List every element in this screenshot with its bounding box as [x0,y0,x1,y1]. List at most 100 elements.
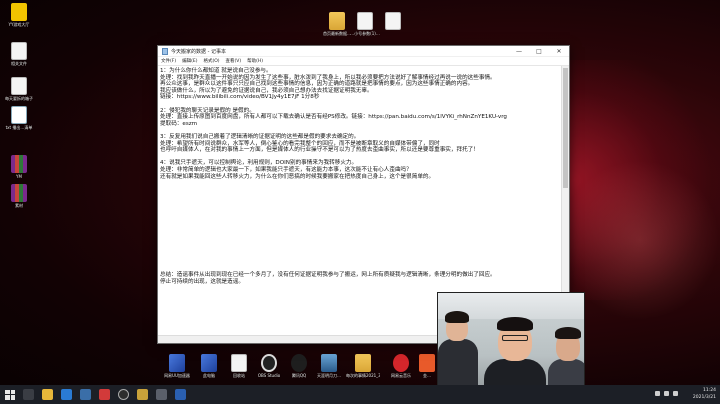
menu-edit[interactable]: 编辑(E) [182,58,197,64]
maximize-icon[interactable]: □ [529,46,549,57]
desktop-icon-game[interactable]: 天涯明月刀… [314,354,344,378]
desktop-icon-ym[interactable]: YM [4,155,34,179]
scrollbar-thumb[interactable] [563,68,568,188]
desktop-icon-label: 腾讯QQ [291,373,307,378]
network-icon[interactable] [655,391,660,396]
text-line [160,200,559,207]
volume-icon[interactable] [664,391,669,396]
app-taskbar-icon-2[interactable] [156,389,167,400]
notepad-icon [162,47,168,55]
text-line [160,220,559,227]
desktop-icon-label: YM [16,174,22,179]
desktop-icon-yy-game[interactable]: YY游戏大厅 [4,3,34,27]
minimize-icon[interactable]: — [509,46,529,57]
desktop-icon-related-files[interactable]: 相关文件 [4,42,34,66]
taskbar: 11:24 2021/3/21 [0,385,720,404]
text-line [160,239,559,246]
desktop-icon-label: txt 播出…清单 [5,125,33,130]
winrar-icon [11,184,27,202]
desktop-icon-netease-music[interactable]: 网易云音乐 [386,354,416,378]
text-line: 也呼吁自媒体人，在对我的事情上一方面，但是媒体人的行业操守不是可以为了热度去歪曲… [160,147,479,154]
folder-taskbar-icon[interactable] [137,389,148,400]
desktop-icon-label: 金… [423,373,431,378]
app-taskbar-icon-3[interactable] [175,389,186,400]
document-icon [355,354,371,372]
notepad-file-icon [11,106,27,124]
desktop-icon-label: 相关文件 [11,61,27,66]
desktop-icon-label: 天涯明月刀… [317,373,341,378]
menu-view[interactable]: 查看(V) [226,58,242,64]
desktop-icon-label: 素材 [15,203,23,208]
steam-icon[interactable] [80,389,91,400]
desktop-icon-obs[interactable]: OBS Studio [254,354,284,378]
desktop-icon-label: 回收站 [233,373,245,378]
desktop-icon-partial[interactable]: 金… [416,354,438,378]
text-line [160,206,559,213]
desktop-icon-txt-list[interactable]: txt 播出…清单 [4,106,34,130]
netease-music-icon [393,354,409,372]
search-icon[interactable] [23,389,34,400]
app-icon [419,354,435,372]
text-line [160,226,559,233]
uu-accelerator-icon [169,354,185,372]
close-icon[interactable]: ✕ [549,46,569,57]
clock[interactable]: 11:24 2021/3/21 [693,387,716,401]
desktop-icon-label: 每次的事情2021_3_13… [346,373,380,378]
text-line [160,213,559,220]
desktop-icon-uu-accelerator[interactable]: 网易UU加速器 [162,354,192,378]
desktop-icon-document[interactable]: 每次的事情2021_3_13… [346,354,380,378]
ime-icon[interactable] [673,391,678,396]
game-icon [321,354,337,372]
desktop-icon-label: YY游戏大厅 [8,22,30,27]
qq-icon [291,354,307,372]
text-line: 还有就是如果我能回这些人转移火力，为什么在你们恶搞的时候我要搬家在把热度自己身上… [160,173,435,180]
text-line [160,187,559,194]
clock-date: 2021/3/21 [692,395,716,400]
file-icon [11,42,27,60]
text-line [160,259,559,266]
text-line: 处理：直接上传原图到百度网盘，所有人都可以下载去确认是否有经PS修改。链接：ht… [160,114,507,121]
window-titlebar[interactable]: 今天搬家的数据 - 记事本 — □ ✕ [158,46,569,57]
text-line [160,193,559,200]
windows-start-icon[interactable] [5,389,15,400]
system-tray [651,391,678,396]
folder-icon [329,12,345,30]
text-line [160,253,559,260]
menu-bar: 文件(F) 编辑(E) 格式(O) 查看(V) 帮助(H) [158,57,569,66]
yy-icon [11,3,27,21]
text-line [160,246,559,253]
text-line: 总结：造谣事件从出现到现在已经一个多月了，没有任何证据证明我参与了搬运，网上所有… [160,272,496,279]
desktop-icon-label: 每天要拆的箱子 [5,96,33,101]
file-icon [11,77,27,95]
app-taskbar-icon[interactable] [99,389,110,400]
desktop-icon-this-pc[interactable]: 此电脑 [194,354,224,378]
text-line [160,101,559,108]
desktop-icon-top-3[interactable] [378,12,408,31]
desktop-icon-materials[interactable]: 素材 [4,184,34,208]
text-line [160,180,559,187]
browser-icon[interactable] [61,389,72,400]
text-line [160,233,559,240]
glasses [502,335,528,341]
text-line: 处理：非常简单的逻辑也大家最一下，如果我能只手遮天，有这能力本事，这次能不让有心… [160,166,412,173]
desktop-icon-recycle-bin[interactable]: 回收站 [224,354,254,378]
webcam-overlay [437,292,585,398]
menu-file[interactable]: 文件(F) [161,58,176,64]
text-line: 1：为什么你什么都知道 就是说自己没参与。 [160,68,272,74]
obs-taskbar-icon[interactable] [118,389,129,400]
clock-time: 11:24 [703,388,716,393]
obs-icon [261,354,277,372]
person-center-hair [497,317,533,331]
desktop-icon-top-2[interactable]: …小号参数(1)… [348,12,382,36]
desktop-icon-label: 网易云音乐 [391,373,411,378]
file-icon [385,12,401,30]
text-line: 提取码：eszm [160,120,198,127]
window-title: 今天搬家的数据 - 记事本 [171,48,226,55]
person-right-hair [555,327,581,339]
file-explorer-icon[interactable] [42,389,53,400]
menu-help[interactable]: 帮助(H) [247,58,263,64]
desktop-icon-daily-boxes[interactable]: 每天要拆的箱子 [4,77,34,101]
desktop-icon-qq[interactable]: 腾讯QQ [284,354,314,378]
text-line: 再公众这事，是群众以这件事只只应自己找到这些事情的信息，因为正确的道路就是把事情… [160,81,474,88]
menu-format[interactable]: 格式(O) [203,58,219,64]
